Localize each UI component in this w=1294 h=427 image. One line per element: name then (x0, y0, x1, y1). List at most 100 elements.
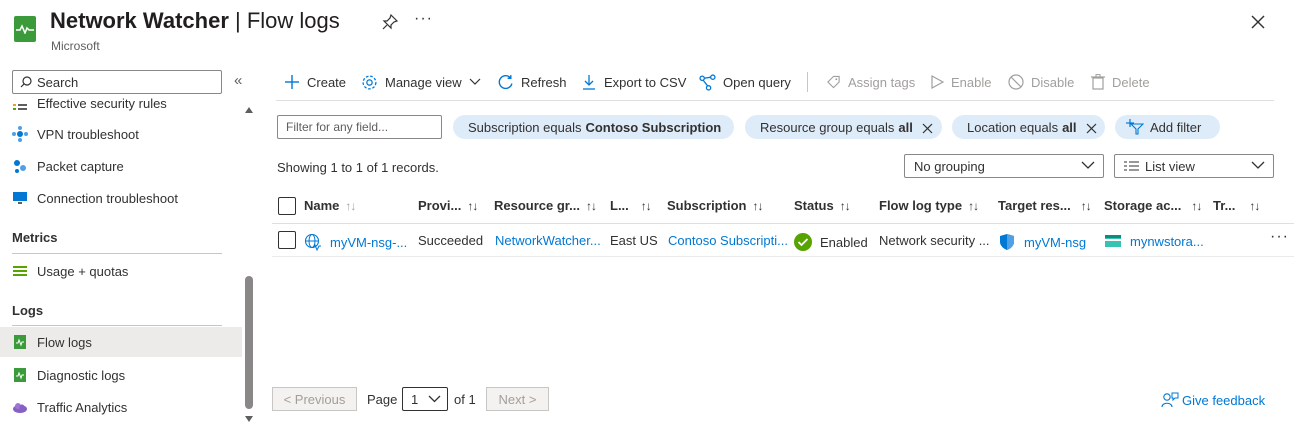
scroll-up-arrow[interactable] (245, 107, 253, 113)
sidebar-search[interactable] (12, 70, 222, 94)
column-header-resource-group[interactable]: Resource gr... ↑↓ (494, 198, 597, 213)
table-header-border (272, 223, 1294, 224)
records-count: Showing 1 to 1 of 1 records. (277, 160, 439, 175)
packet-capture-icon (12, 158, 28, 174)
sidebar-item-label: Traffic Analytics (37, 399, 128, 415)
refresh-icon (498, 74, 513, 89)
sidebar-item-label: VPN troubleshoot (37, 126, 139, 142)
sidebar-item-label: Diagnostic logs (37, 367, 126, 383)
filter-pill-resource-group[interactable]: Resource group equals all (745, 115, 942, 139)
sidebar-item-label: Connection troubleshoot (37, 190, 178, 206)
cell-resource-group[interactable]: NetworkWatcher... (495, 233, 601, 248)
filter-input[interactable] (277, 115, 442, 139)
sidebar-item-connection-troubleshoot[interactable]: Connection troubleshoot (0, 183, 242, 213)
success-check-icon (794, 233, 812, 251)
shield-icon (1000, 234, 1014, 250)
cell-status: Enabled (794, 233, 868, 251)
create-button[interactable]: Create (284, 72, 346, 92)
give-feedback-link[interactable]: Give feedback (1161, 392, 1265, 408)
plus-icon (285, 75, 299, 89)
search-icon (20, 76, 32, 88)
remove-filter-icon[interactable] (922, 122, 933, 133)
grouping-dropdown[interactable]: No grouping (904, 154, 1104, 178)
download-icon (583, 75, 595, 90)
play-icon (931, 75, 944, 89)
sidebar-item-label: Flow logs (37, 334, 92, 350)
next-page-button[interactable]: Next > (486, 387, 549, 411)
storage-icon (1105, 235, 1121, 247)
column-header-location[interactable]: L... ↑↓ (610, 198, 652, 213)
column-header-provisioning[interactable]: Provi... ↑↓ (418, 198, 478, 213)
usage-icon (12, 263, 28, 279)
add-filter-button[interactable]: Add filter (1115, 115, 1220, 139)
filter-pill-subscription[interactable]: Subscription equals Contoso Subscription (453, 115, 734, 139)
query-icon (699, 73, 716, 91)
page-title: Network Watcher | Flow logs (50, 8, 340, 33)
sidebar-item-label: Effective security rules (37, 96, 167, 111)
flow-log-icon (304, 233, 321, 251)
sidebar-item-vpn-troubleshoot[interactable]: VPN troubleshoot (0, 119, 242, 149)
row-more-options-icon[interactable]: ··· (1270, 228, 1289, 246)
sidebar-item-traffic-analytics[interactable]: Traffic Analytics (0, 392, 242, 422)
section-heading-metrics: Metrics (12, 230, 58, 245)
cell-name[interactable]: myVM-nsg-... (304, 233, 407, 251)
assign-tags-button[interactable]: Assign tags (826, 72, 915, 92)
gear-icon (362, 74, 377, 90)
delete-button[interactable]: Delete (1091, 72, 1150, 92)
sidebar-search-input[interactable] (37, 73, 217, 91)
column-header-name[interactable]: Name ↑↓ (304, 198, 356, 213)
open-query-button[interactable]: Open query (699, 72, 791, 92)
filter-pill-location[interactable]: Location equals all (952, 115, 1105, 139)
sidebar-item-flow-logs[interactable]: Flow logs (0, 327, 242, 357)
pin-icon[interactable] (382, 13, 400, 32)
select-all-checkbox[interactable] (278, 197, 296, 215)
column-header-target-resource[interactable]: Target res... ↑↓ (998, 198, 1092, 213)
column-header-storage-account[interactable]: Storage ac... ↑↓ (1104, 198, 1202, 213)
cell-provisioning-state: Succeeded (418, 233, 484, 248)
refresh-button[interactable]: Refresh (497, 72, 567, 92)
page-subtitle: Microsoft (51, 39, 100, 53)
sidebar-menu: Effective security rules VPN troubleshoo… (0, 96, 244, 427)
chevron-down-icon (469, 78, 481, 85)
sidebar-item-label: Usage + quotas (37, 263, 129, 279)
export-csv-button[interactable]: Export to CSV (581, 72, 686, 92)
scroll-down-arrow[interactable] (245, 416, 253, 422)
sidebar-item-effective-security-rules[interactable]: Effective security rules (0, 96, 242, 118)
close-icon[interactable] (1248, 12, 1268, 32)
feedback-icon (1161, 392, 1179, 408)
manage-view-button[interactable]: Manage view (361, 72, 481, 92)
add-filter-icon (1126, 119, 1144, 135)
sidebar-scrollbar-thumb[interactable] (245, 276, 253, 409)
trash-icon (1091, 74, 1105, 90)
network-watcher-icon (14, 16, 36, 42)
view-dropdown[interactable]: List view (1114, 154, 1274, 178)
enable-button[interactable]: Enable (930, 72, 991, 92)
column-header-subscription[interactable]: Subscription ↑↓ (667, 198, 763, 213)
toolbar-divider (807, 72, 808, 92)
chevron-down-icon (1251, 161, 1265, 169)
remove-filter-icon[interactable] (1086, 122, 1097, 133)
divider (12, 325, 222, 326)
cell-subscription[interactable]: Contoso Subscripti... (668, 233, 788, 248)
sidebar-item-usage-quotas[interactable]: Usage + quotas (0, 256, 242, 286)
more-options-icon[interactable]: ··· (414, 10, 433, 28)
column-header-flow-log-type[interactable]: Flow log type ↑↓ (879, 198, 979, 213)
column-header-traffic[interactable]: Tr... ↑↓ (1213, 198, 1260, 213)
collapse-sidebar-button[interactable]: « (234, 72, 242, 89)
disable-button[interactable]: Disable (1008, 72, 1074, 92)
cell-target-resource[interactable]: myVM-nsg (998, 233, 1086, 251)
rules-icon (12, 96, 28, 111)
sidebar-item-packet-capture[interactable]: Packet capture (0, 151, 242, 181)
page-label: Page (367, 392, 398, 407)
page-select[interactable]: 1 (402, 387, 448, 411)
sidebar-item-diagnostic-logs[interactable]: Diagnostic logs (0, 360, 242, 390)
row-checkbox[interactable] (278, 231, 296, 249)
page-total: of 1 (454, 392, 476, 407)
diagnostic-logs-icon (12, 367, 28, 383)
list-icon (1124, 161, 1139, 170)
flow-logs-icon (12, 334, 28, 350)
previous-page-button[interactable]: < Previous (272, 387, 357, 411)
cell-flow-log-type: Network security ... (879, 233, 990, 248)
column-header-status[interactable]: Status ↑↓ (794, 198, 851, 213)
cell-storage-account[interactable]: mynwstora... (1104, 233, 1204, 249)
